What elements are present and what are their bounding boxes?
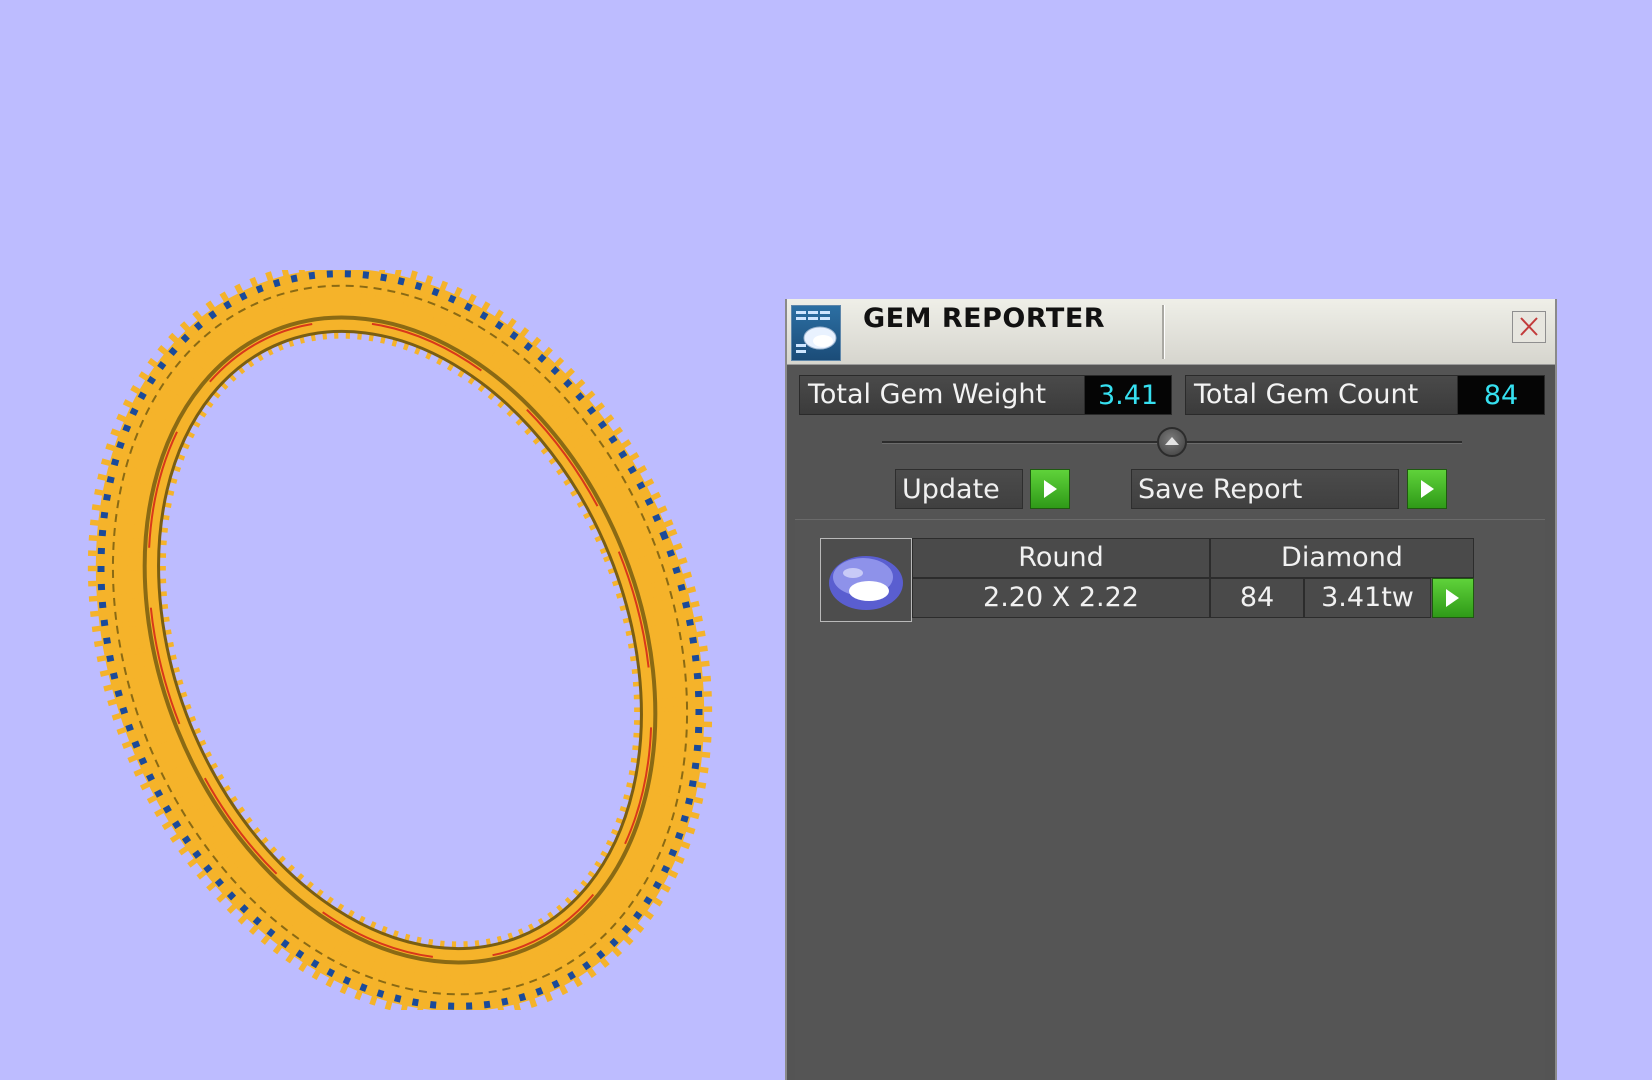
total-gem-count-label: Total Gem Count xyxy=(1185,375,1457,415)
gem-size-cell: 2.20 X 2.22 xyxy=(912,578,1210,618)
total-gem-count-value: 84 xyxy=(1457,375,1545,415)
total-gem-weight-label: Total Gem Weight xyxy=(799,375,1084,415)
collapse-button[interactable] xyxy=(1157,427,1187,457)
save-report-play-icon[interactable] xyxy=(1407,469,1447,509)
gem-reporter-panel: GEM REPORTER Total Gem Weight 3.41 Total… xyxy=(785,299,1557,1080)
gem-list: Round Diamond 2.20 X 2.22 84 3.41tw xyxy=(795,519,1545,1080)
update-play-icon[interactable] xyxy=(1030,469,1070,509)
panel-titlebar[interactable]: GEM REPORTER xyxy=(787,299,1555,365)
total-gem-weight-value: 3.41 xyxy=(1084,375,1172,415)
gem-weight-cell: 3.41tw xyxy=(1304,578,1431,618)
gem-count-cell: 84 xyxy=(1210,578,1304,618)
close-button[interactable] xyxy=(1512,311,1546,343)
save-report-button[interactable]: Save Report xyxy=(1131,469,1399,509)
gem-shape-cell: Round xyxy=(912,538,1210,578)
collapse-icon xyxy=(1165,437,1179,445)
gem-row-play-icon[interactable] xyxy=(1432,578,1474,618)
app-icon xyxy=(791,305,841,361)
update-button[interactable]: Update xyxy=(895,469,1023,509)
close-icon xyxy=(1520,317,1538,336)
title-divider xyxy=(1162,305,1165,359)
gem-material-cell: Diamond xyxy=(1210,538,1474,578)
panel-title: GEM REPORTER xyxy=(863,303,1106,334)
gem-icon[interactable] xyxy=(820,538,912,622)
ring-model xyxy=(87,270,713,1010)
